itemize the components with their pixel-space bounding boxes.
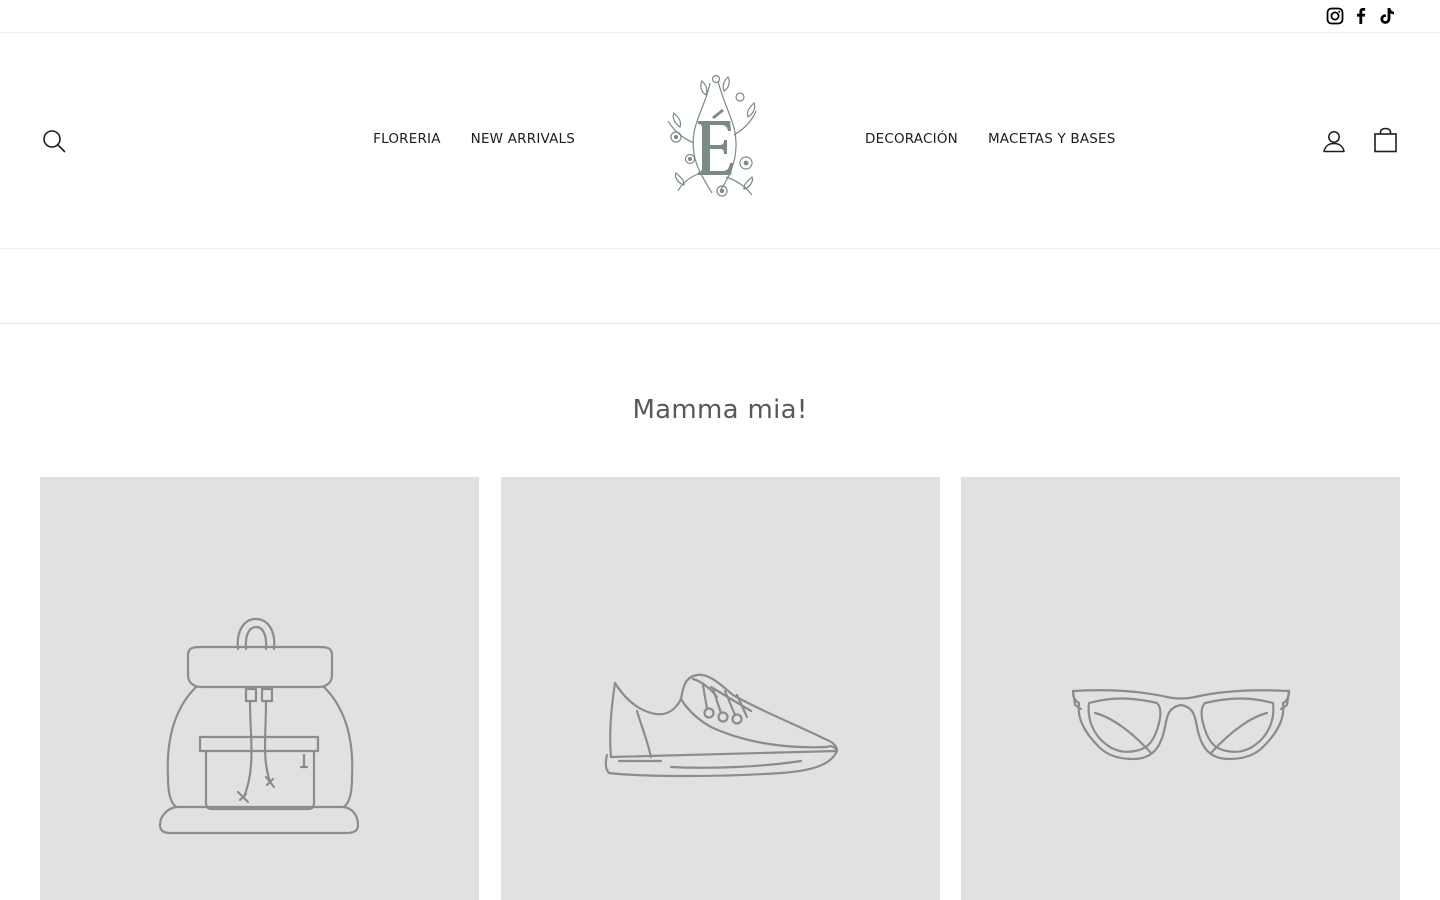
backpack-icon (158, 617, 360, 835)
announcement-bar (0, 249, 1440, 324)
instagram-link[interactable] (1326, 6, 1344, 26)
cart-button[interactable] (1373, 127, 1398, 153)
tiktok-link[interactable] (1378, 6, 1396, 26)
instagram-icon (1326, 7, 1344, 25)
user-icon (1323, 131, 1345, 153)
tiktok-icon (1380, 8, 1394, 24)
product-card[interactable] (961, 477, 1400, 900)
facebook-link[interactable] (1352, 6, 1370, 26)
nav-link-new-arrivals[interactable]: NEW ARRIVALS (471, 131, 575, 147)
account-button[interactable] (1322, 129, 1346, 153)
nav-link-floreria[interactable]: FLORERIA (373, 131, 441, 147)
social-links (1326, 6, 1396, 26)
facebook-icon (1357, 8, 1366, 24)
main-nav-left: FLORERIA NEW ARRIVALS (373, 131, 575, 147)
nav-link-macetas-y-bases[interactable]: MACETAS Y BASES (988, 131, 1116, 147)
sunglasses-icon (1071, 689, 1291, 761)
product-card[interactable] (501, 477, 940, 900)
search-button[interactable] (42, 129, 66, 153)
site-logo[interactable] (660, 73, 764, 203)
page-title: Mamma mia! (632, 395, 808, 425)
top-bar (0, 0, 1440, 33)
product-card[interactable] (40, 477, 479, 900)
site-header: FLORERIA NEW ARRIVALS DECORACIÓN MACETAS… (0, 33, 1440, 249)
floral-e-monogram-logo (667, 74, 757, 197)
search-icon (43, 130, 66, 153)
sneaker-icon (604, 673, 839, 778)
nav-link-decoracion[interactable]: DECORACIÓN (865, 131, 958, 147)
product-grid (40, 477, 1400, 900)
main-nav-right: DECORACIÓN MACETAS Y BASES (865, 131, 1116, 147)
shopping-bag-icon (1374, 127, 1397, 153)
